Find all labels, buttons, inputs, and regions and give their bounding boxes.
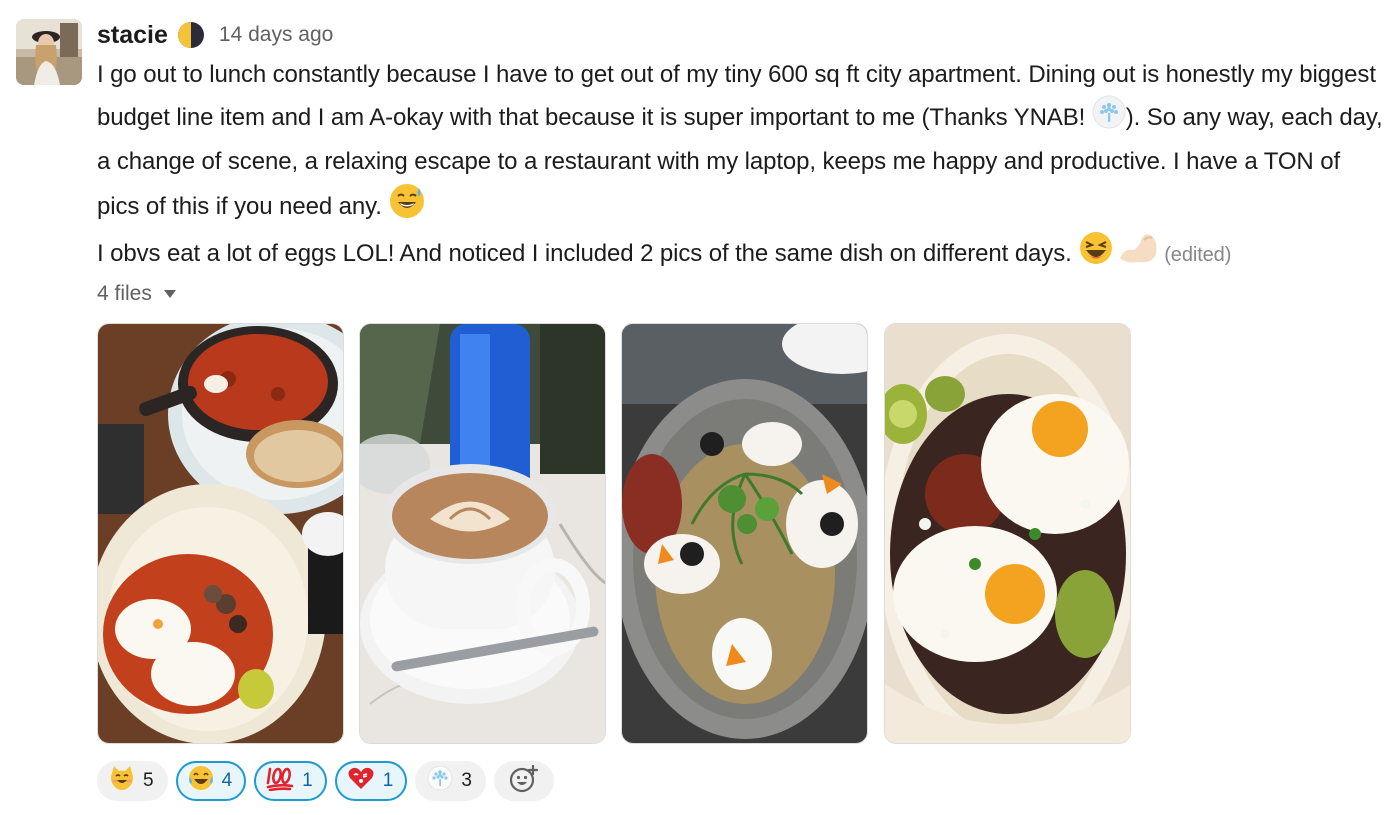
- file-thumbnail-poached-eggs[interactable]: [621, 323, 868, 744]
- files-toggle[interactable]: 4 files: [97, 282, 176, 306]
- files-count-label: 4 files: [97, 282, 152, 305]
- sweat-smile-icon: [388, 182, 426, 233]
- reaction-count: 3: [461, 770, 472, 791]
- heart-kiss-icon: [347, 765, 375, 797]
- caret-down-icon: [163, 290, 176, 298]
- file-thumbnail-huevos-rancheros[interactable]: [884, 323, 1131, 744]
- smiling-cat-icon: [109, 765, 135, 797]
- message-text-part3: I obvs eat a lot of eggs LOL! And notice…: [97, 239, 1079, 267]
- avatar[interactable]: [16, 19, 82, 85]
- add-emoji-icon: [509, 764, 539, 799]
- ynab-tree-icon: [1092, 95, 1126, 142]
- moon-status-icon: [177, 21, 205, 49]
- message-body: I go out to lunch constantly because I h…: [97, 55, 1387, 233]
- reaction-ynab[interactable]: 3: [415, 761, 486, 801]
- message-timestamp[interactable]: 14 days ago: [219, 23, 333, 47]
- reaction-smiling-cat[interactable]: 5: [97, 761, 168, 801]
- message-header: stacie 14 days ago: [97, 16, 333, 54]
- reaction-count: 1: [382, 770, 394, 791]
- flexed-biceps-icon: [1118, 230, 1160, 279]
- reaction-heart-kiss[interactable]: 1: [334, 761, 408, 801]
- reaction-count: 5: [143, 770, 154, 791]
- laughing-icon: [1078, 230, 1114, 279]
- reaction-count: 1: [302, 770, 313, 791]
- edited-label: (edited): [1164, 243, 1232, 266]
- reaction-count: 4: [221, 770, 233, 791]
- message-body-2: I obvs eat a lot of eggs LOL! And notice…: [97, 230, 1387, 279]
- joy-icon: [188, 765, 214, 797]
- file-thumbnail-shakshuka[interactable]: [97, 323, 344, 744]
- add-reaction-button[interactable]: [493, 761, 554, 801]
- ynab-tree-icon: [427, 765, 453, 797]
- author-name[interactable]: stacie: [97, 21, 168, 50]
- reactions-bar: 5 4 1 1 3: [97, 761, 554, 801]
- file-thumbnail-cappuccino[interactable]: [359, 323, 606, 744]
- reaction-hundred[interactable]: 1: [254, 761, 327, 801]
- reaction-joy[interactable]: 4: [175, 761, 247, 801]
- hundred-icon: [266, 765, 294, 797]
